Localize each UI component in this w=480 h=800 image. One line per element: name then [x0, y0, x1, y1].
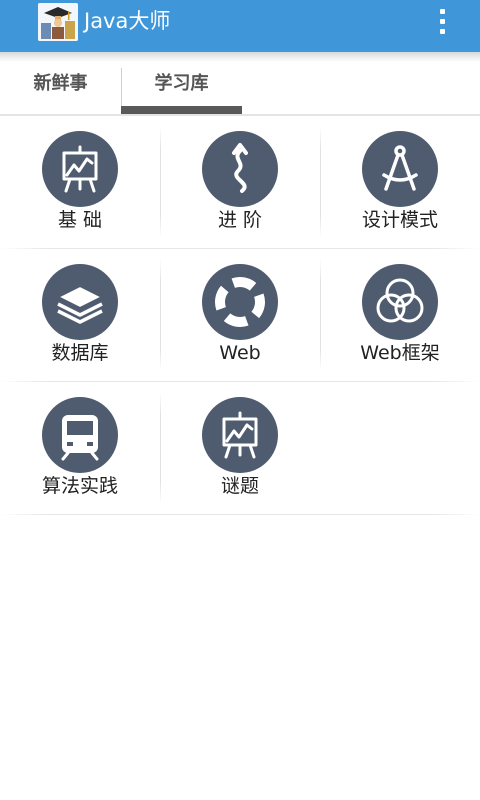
grid-divider: [160, 392, 161, 504]
grid-item-basics[interactable]: 基 础: [0, 116, 160, 249]
grid-item-label: Web: [219, 342, 261, 364]
grid-item-label: 谜题: [220, 475, 259, 497]
winding-road-icon: [202, 131, 278, 207]
chart-easel-icon: [202, 397, 278, 473]
grid-item-web[interactable]: Web: [160, 249, 320, 382]
grid-item-label: 基 础: [57, 209, 103, 231]
grid-item-puzzles[interactable]: 谜题: [160, 382, 320, 515]
rings-icon: [362, 264, 438, 340]
grid-item-label: Web框架: [360, 342, 440, 364]
grid-item-label: 算法实践: [41, 475, 118, 497]
tab-news[interactable]: 新鲜事: [0, 66, 121, 118]
grid-divider: [320, 259, 321, 371]
grid-item-advanced[interactable]: 进 阶: [160, 116, 320, 249]
layers-icon: [42, 264, 118, 340]
compass-drafting-icon: [362, 131, 438, 207]
grid-item-database[interactable]: 数据库: [0, 249, 160, 382]
grid-divider: [160, 259, 161, 371]
grid-item-label: 数据库: [51, 342, 109, 364]
action-bar: Java大师: [0, 0, 480, 52]
grid-item-label: 设计模式: [361, 209, 438, 231]
grid-item-algorithms[interactable]: 算法实践: [0, 382, 160, 515]
grid-item-label: 进 阶: [217, 209, 263, 231]
grid-divider: [320, 126, 321, 238]
train-icon: [42, 397, 118, 473]
tab-divider: [121, 68, 122, 108]
grid-divider: [160, 126, 161, 238]
grid-divider: [0, 514, 480, 515]
lifebuoy-icon: [202, 264, 278, 340]
grid-item-web-framework[interactable]: Web框架: [320, 249, 480, 382]
overflow-menu-icon[interactable]: [430, 6, 456, 36]
chart-easel-icon: [42, 131, 118, 207]
app-title: Java大师: [84, 9, 171, 33]
grid-item-design-patterns[interactable]: 设计模式: [320, 116, 480, 249]
app-logo-icon[interactable]: [38, 3, 78, 41]
